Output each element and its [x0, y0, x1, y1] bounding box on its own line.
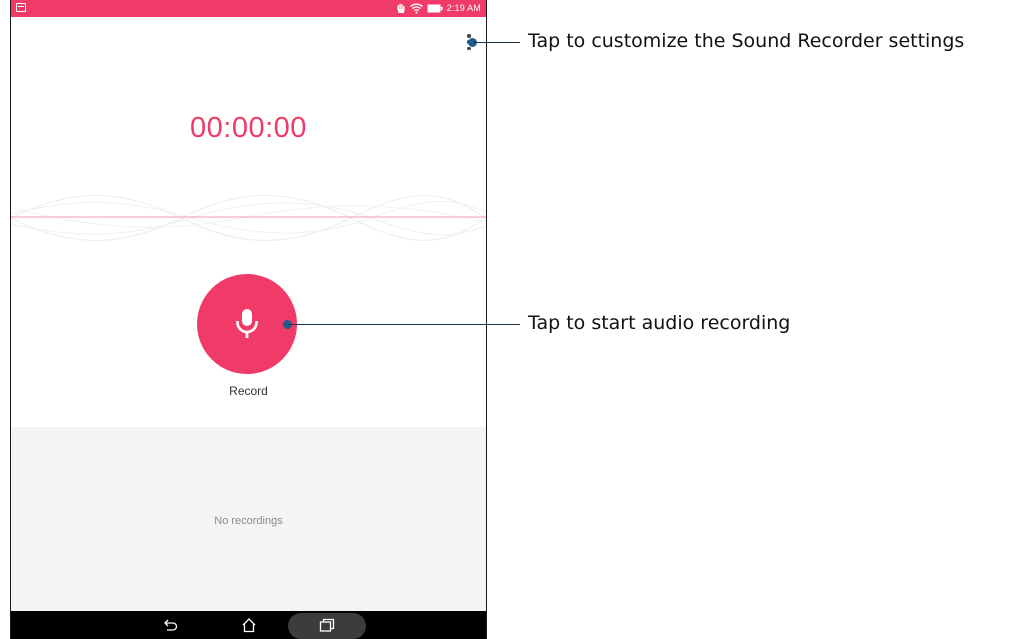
back-icon: [164, 619, 178, 631]
settings-callout-line: [473, 42, 520, 43]
settings-callout-text: Tap to customize the Sound Recorder sett…: [528, 30, 965, 52]
status-bar: 2:19 AM: [11, 0, 486, 17]
microphone-icon: [236, 309, 258, 338]
home-button[interactable]: [237, 611, 261, 639]
status-icons: 2:19 AM: [396, 2, 481, 15]
recording-timer: 00:00:00: [190, 112, 307, 144]
tablet-screen: 2:19 AM 00:00:00 Record No recordings: [10, 0, 487, 639]
navigation-bar: [11, 611, 486, 639]
empty-recordings-text: No recordings: [214, 515, 283, 527]
overflow-menu-icon: [467, 34, 471, 38]
status-time: 2:19 AM: [446, 3, 481, 13]
notification-icon: [16, 3, 26, 12]
record-label: Record: [229, 384, 268, 398]
battery-icon: [427, 4, 443, 13]
record-callout-text: Tap to start audio recording: [528, 312, 791, 334]
recent-apps-icon: [319, 618, 335, 632]
record-button[interactable]: [197, 274, 297, 374]
hand-icon: [397, 3, 405, 13]
wifi-icon: [409, 3, 423, 14]
back-button[interactable]: [159, 611, 183, 639]
record-callout-line: [288, 324, 520, 325]
waveform-visualizer: [11, 195, 486, 241]
recent-apps-button[interactable]: [315, 611, 339, 639]
home-icon: [242, 618, 256, 633]
recordings-list: No recordings: [11, 427, 486, 611]
